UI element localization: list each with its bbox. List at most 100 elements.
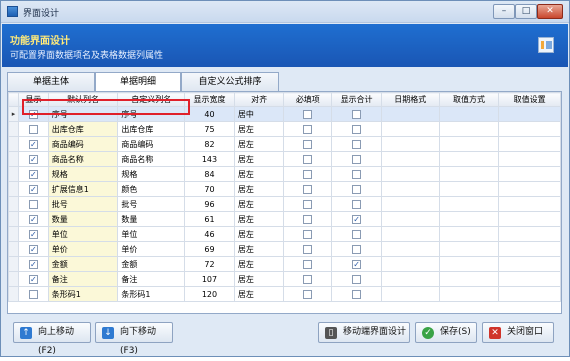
show-total-checkbox[interactable] <box>352 199 362 209</box>
cell-show[interactable]: ✓ <box>17 241 49 257</box>
cell-required[interactable] <box>283 211 333 227</box>
show-total-checkbox[interactable] <box>352 289 362 299</box>
cell-value-mode[interactable] <box>438 271 500 287</box>
mobile-design-button[interactable]: ▯ 移动端界面设计 <box>318 322 410 343</box>
cell-show-total[interactable] <box>331 136 382 152</box>
row-indicator[interactable] <box>8 241 19 257</box>
cell-date-format[interactable] <box>380 256 440 272</box>
cell-show[interactable]: ✓ <box>17 106 49 122</box>
cell-show[interactable]: ✓ <box>17 256 49 272</box>
cell-date-format[interactable] <box>380 196 440 212</box>
table-row[interactable]: ✓ 单位 单位 46 居左 <box>8 226 561 242</box>
cell-date-format[interactable] <box>380 166 440 182</box>
cell-required[interactable] <box>283 196 333 212</box>
row-indicator[interactable] <box>8 166 19 182</box>
cell-custom-name[interactable]: 金额 <box>117 256 186 272</box>
cell-value-mode[interactable] <box>438 211 500 227</box>
show-total-checkbox[interactable]: ✓ <box>352 259 362 269</box>
show-checkbox[interactable]: ✓ <box>28 229 38 239</box>
show-total-checkbox[interactable] <box>352 109 362 119</box>
cell-show-total[interactable]: ✓ <box>331 211 382 227</box>
show-checkbox[interactable]: ✓ <box>28 274 38 284</box>
cell-align[interactable]: 居左 <box>233 271 285 287</box>
show-checkbox[interactable]: ✓ <box>28 169 38 179</box>
table-row[interactable]: ✓ 数量 数量 61 居左 ✓ <box>8 211 561 227</box>
cell-show[interactable] <box>17 286 49 302</box>
cell-show[interactable] <box>17 121 49 137</box>
cell-value-setting[interactable] <box>498 166 561 182</box>
show-checkbox[interactable]: ✓ <box>28 184 38 194</box>
required-checkbox[interactable] <box>303 214 313 224</box>
row-indicator[interactable] <box>8 256 19 272</box>
cell-value-setting[interactable] <box>498 286 561 302</box>
table-row[interactable]: ✓ 备注 备注 107 居左 <box>8 271 561 287</box>
row-indicator[interactable] <box>8 271 19 287</box>
cell-value-setting[interactable] <box>498 196 561 212</box>
minimize-button[interactable]: – <box>493 4 515 19</box>
cell-show-total[interactable] <box>331 286 382 302</box>
row-indicator[interactable]: ▸ <box>8 106 19 122</box>
show-checkbox[interactable]: ✓ <box>28 154 38 164</box>
show-total-checkbox[interactable] <box>352 184 362 194</box>
col-header-width[interactable]: 显示宽度 <box>184 92 235 107</box>
cell-value-mode[interactable] <box>438 121 500 137</box>
table-row[interactable]: ✓ 规格 规格 84 居左 <box>8 166 561 182</box>
cell-value-mode[interactable] <box>438 106 500 122</box>
cell-show[interactable]: ✓ <box>17 166 49 182</box>
cell-date-format[interactable] <box>380 181 440 197</box>
cell-date-format[interactable] <box>380 121 440 137</box>
cell-value-mode[interactable] <box>438 241 500 257</box>
col-header-custom-name[interactable]: 自定义列名 <box>117 92 186 107</box>
cell-value-mode[interactable] <box>438 136 500 152</box>
required-checkbox[interactable] <box>303 289 313 299</box>
cell-align[interactable]: 居左 <box>233 166 285 182</box>
row-indicator[interactable] <box>8 181 19 197</box>
cell-show-total[interactable] <box>331 181 382 197</box>
cell-custom-name[interactable]: 颜色 <box>117 181 186 197</box>
cell-width[interactable]: 82 <box>184 136 235 152</box>
cell-width[interactable]: 46 <box>184 226 235 242</box>
cell-custom-name[interactable]: 数量 <box>117 211 186 227</box>
col-header-value-mode[interactable]: 取值方式 <box>438 92 500 107</box>
cell-value-setting[interactable] <box>498 121 561 137</box>
cell-width[interactable]: 120 <box>184 286 235 302</box>
table-row[interactable]: 批号 批号 96 居左 <box>8 196 561 212</box>
show-checkbox[interactable] <box>28 289 38 299</box>
show-total-checkbox[interactable] <box>352 244 362 254</box>
cell-value-mode[interactable] <box>438 181 500 197</box>
cell-align[interactable]: 居左 <box>233 286 285 302</box>
cell-width[interactable]: 70 <box>184 181 235 197</box>
tab-custom-formula-sort[interactable]: 自定义公式排序 <box>181 72 279 91</box>
cell-custom-name[interactable]: 序号 <box>117 106 186 122</box>
required-checkbox[interactable] <box>303 259 313 269</box>
cell-value-setting[interactable] <box>498 106 561 122</box>
cell-required[interactable] <box>283 106 333 122</box>
col-header-date-format[interactable]: 日期格式 <box>380 92 440 107</box>
move-down-button[interactable]: ↓ 向下移动(F3) <box>95 322 173 356</box>
cell-width[interactable]: 40 <box>184 106 235 122</box>
table-row[interactable]: ✓ 商品名称 商品名称 143 居左 <box>8 151 561 167</box>
cell-custom-name[interactable]: 出库仓库 <box>117 121 186 137</box>
tab-document-detail[interactable]: 单据明细 <box>95 72 181 92</box>
cell-show[interactable] <box>17 196 49 212</box>
cell-align[interactable]: 居左 <box>233 211 285 227</box>
cell-custom-name[interactable]: 单位 <box>117 226 186 242</box>
cell-show[interactable]: ✓ <box>17 211 49 227</box>
close-window-button[interactable]: ✕ 关闭窗口 <box>482 322 554 343</box>
required-checkbox[interactable] <box>303 244 313 254</box>
row-indicator[interactable] <box>8 226 19 242</box>
table-row[interactable]: ✓ 单价 单价 69 居左 <box>8 241 561 257</box>
cell-show-total[interactable] <box>331 121 382 137</box>
col-header-default-name[interactable]: 默认列名 <box>47 92 119 107</box>
cell-value-mode[interactable] <box>438 286 500 302</box>
cell-custom-name[interactable]: 商品名称 <box>117 151 186 167</box>
table-row[interactable]: ✓ 金额 金额 72 居左 ✓ <box>8 256 561 272</box>
cell-show[interactable]: ✓ <box>17 151 49 167</box>
required-checkbox[interactable] <box>303 124 313 134</box>
cell-align[interactable]: 居左 <box>233 136 285 152</box>
table-row[interactable]: ✓ 扩展信息1 颜色 70 居左 <box>8 181 561 197</box>
cell-show-total[interactable] <box>331 226 382 242</box>
show-checkbox[interactable] <box>28 124 38 134</box>
cell-custom-name[interactable]: 商品编码 <box>117 136 186 152</box>
required-checkbox[interactable] <box>303 109 313 119</box>
